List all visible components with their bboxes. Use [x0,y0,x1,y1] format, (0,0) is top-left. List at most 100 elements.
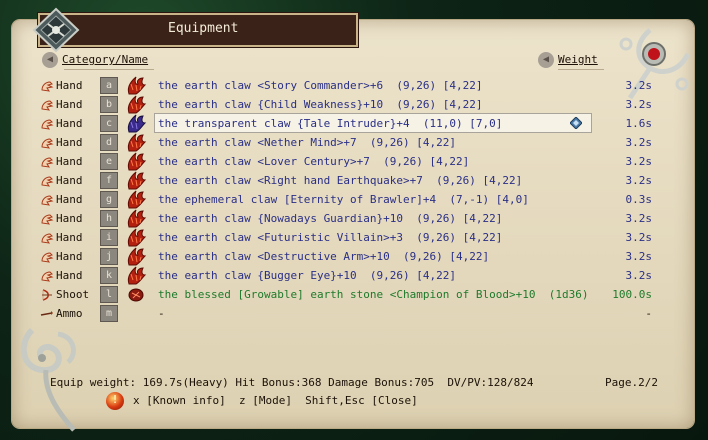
equipment-row[interactable]: Hand c the transparent claw {Tale Intruder… [40,113,666,133]
item-name: the earth claw <Story Commander>+6 (9,26… [158,79,483,92]
page-indicator: Page.2/2 [605,376,658,389]
equipment-row[interactable]: Shoot l the blessed [Growable] earth stone… [40,285,666,304]
claw-item-icon [124,114,148,133]
item-name: the earth claw {Bugger Eye}+10 (9,26) [4… [158,269,457,282]
equipment-row[interactable]: Hand e the earth claw <Lover Century>+7 (9… [40,152,666,171]
item-name: - [158,307,165,320]
key-button[interactable]: l [100,286,118,303]
item-weight: 3.2s [625,212,653,225]
sort-right-arrow-icon[interactable]: ◀ [538,52,554,68]
item-weight: 3.2s [625,155,653,168]
item-weight: 3.2s [625,79,653,92]
item-weight: 3.2s [625,174,653,187]
hand-slot-icon [40,155,54,169]
cursor-gem-icon [569,116,583,130]
key-button[interactable]: c [100,115,118,132]
item-weight: 3.2s [625,98,653,111]
item-weight: 3.2s [625,269,653,282]
item-name: the earth claw <Right hand Earthquake>+7… [158,174,523,187]
key-button[interactable]: j [100,248,118,265]
claw-item-icon [124,247,148,266]
equipment-row[interactable]: Hand i the earth claw <Futuristic Villain>… [40,228,666,247]
sort-left-arrow-icon[interactable]: ◀ [42,52,58,68]
slot-label: Shoot [56,288,90,301]
slot-label: Hand [56,117,83,130]
item-name: the transparent claw {Tale Intruder}+4 (… [158,117,503,130]
weight-header[interactable]: ◀ Weight [538,52,598,68]
help-text: x [Known info] z [Mode] Shift,Esc [Close… [133,394,418,407]
hand-slot-icon [40,269,54,283]
equipment-row[interactable]: Hand b the earth claw {Child Weakness}+10 … [40,95,666,114]
slot-label: Hand [56,193,83,206]
status-line: Equip weight: 169.7s(Heavy) Hit Bonus:36… [50,376,534,389]
slot-label: Hand [56,155,83,168]
item-name: the earth claw <Futuristic Villain>+3 (9… [158,231,503,244]
equipment-row[interactable]: Hand k the earth claw {Bugger Eye}+10 (9,2… [40,266,666,285]
equipment-row[interactable]: Hand d the earth claw <Nether Mind>+7 (9,2… [40,133,666,152]
arrow-slot-icon [40,307,54,321]
claw-item-icon [124,228,148,247]
claw-item-icon [124,95,148,114]
item-name: the earth claw {Child Weakness}+10 (9,26… [158,98,483,111]
equipment-row[interactable]: Hand g the ephemeral claw [Eternity of Bra… [40,190,666,209]
hand-slot-icon [40,212,54,226]
item-name: the ephemeral claw [Eternity of Brawler]… [158,193,529,206]
key-button[interactable]: k [100,267,118,284]
game-scene: Equipment ◀ Category/Name ◀ Weight Hand a th… [0,0,708,440]
item-weight: 1.6s [625,117,653,130]
key-button[interactable]: b [100,96,118,113]
slot-label: Ammo [56,307,83,320]
stone-item-icon [124,285,148,304]
key-button[interactable]: i [100,229,118,246]
hand-slot-icon [40,174,54,188]
slot-label: Hand [56,174,83,187]
hand-slot-icon [40,136,54,150]
hand-slot-icon [40,98,54,112]
claw-item-icon [124,76,148,95]
claw-item-icon [124,209,148,228]
exclamation-info-icon[interactable]: ! [106,392,124,410]
equipment-row[interactable]: Hand a the earth claw <Story Commander>+6 … [40,76,666,95]
key-button[interactable]: h [100,210,118,227]
item-name: the blessed [Growable] earth stone <Cham… [158,288,589,301]
equipment-row[interactable]: Hand j the earth claw <Destructive Arm>+10… [40,247,666,266]
ornament-scroll-icon [20,327,76,432]
equipment-row[interactable]: Ammo m - - [40,304,666,323]
item-name: the earth claw <Nether Mind>+7 (9,26) [4… [158,136,457,149]
slot-label: Hand [56,98,83,111]
slot-label: Hand [56,212,83,225]
claw-item-icon [124,266,148,285]
item-weight: 3.2s [625,250,653,263]
claw-item-icon [124,133,148,152]
equipment-row[interactable]: Hand h the earth claw {Nowadays Guardian}+… [40,209,666,228]
item-weight: 3.2s [625,231,653,244]
claw-item-icon [124,190,148,209]
slot-label: Hand [56,136,83,149]
slot-label: Hand [56,231,83,244]
claw-item-icon [124,171,148,190]
hand-slot-icon [40,117,54,131]
equipment-row[interactable]: Hand f the earth claw <Right hand Earthqua… [40,171,666,190]
key-button[interactable]: a [100,77,118,94]
key-button[interactable]: g [100,191,118,208]
slot-label: Hand [56,269,83,282]
item-weight: 0.3s [625,193,653,206]
key-button[interactable]: f [100,172,118,189]
item-weight: 100.0s [612,288,652,301]
window-title: Equipment [168,21,239,36]
bow-slot-icon [40,288,54,302]
hand-slot-icon [40,231,54,245]
item-weight: 3.2s [625,136,653,149]
key-button[interactable]: m [100,305,118,322]
key-button[interactable]: e [100,153,118,170]
title-plate: Equipment [32,7,358,53]
slot-label: Hand [56,250,83,263]
item-name: the earth claw {Nowadays Guardian}+10 (9… [158,212,503,225]
hand-slot-icon [40,193,54,207]
equipment-emblem-icon [32,7,80,53]
key-button[interactable]: d [100,134,118,151]
hand-slot-icon [40,79,54,93]
hand-slot-icon [40,250,54,264]
claw-item-icon [124,152,148,171]
category-name-header[interactable]: ◀ Category/Name [42,52,148,68]
